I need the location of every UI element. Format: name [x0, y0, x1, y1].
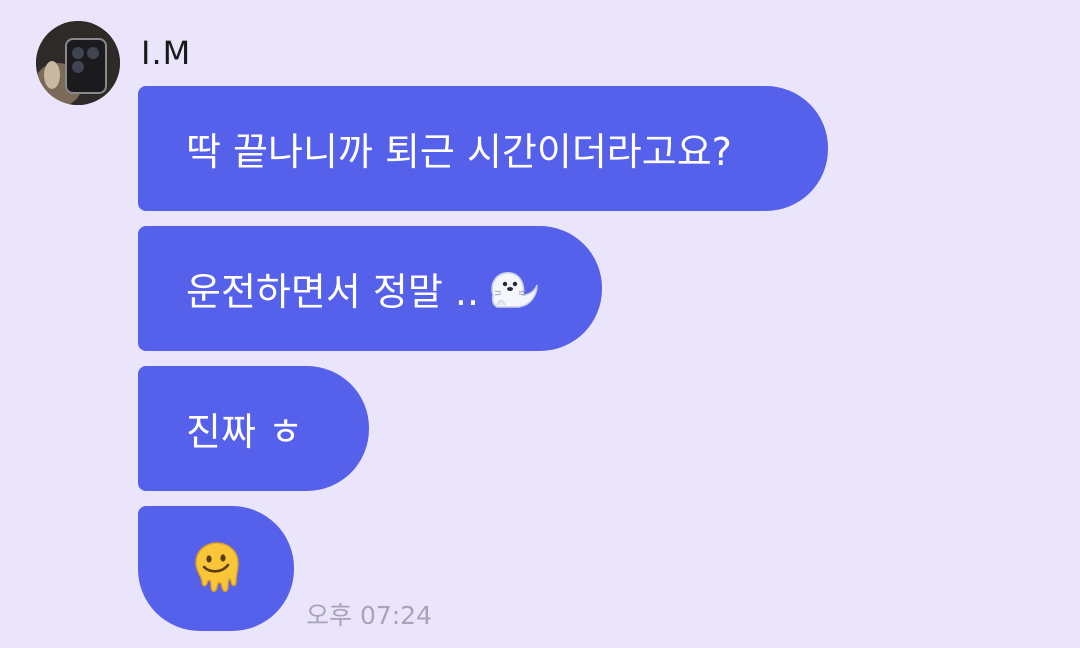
message-bubble[interactable]: 운전하면서 정말 ..	[138, 226, 602, 351]
message-bubble[interactable]: 진짜 ㅎ	[138, 366, 369, 491]
sender-name: I.M	[141, 34, 192, 72]
message-bubble[interactable]	[138, 506, 294, 631]
message-text: 운전하면서 정말 ..	[186, 270, 480, 314]
message-bubble[interactable]: 딱 끝나니까 퇴근 시간이더라고요?	[138, 86, 828, 211]
sender-avatar[interactable]	[36, 21, 120, 105]
chat-view: I.M 딱 끝나니까 퇴근 시간이더라고요? 운전하면서 정말 .. 진짜 ㅎ	[0, 0, 1080, 648]
message-timestamp: 오후 07:24	[306, 601, 432, 630]
message-text: 진짜 ㅎ	[186, 410, 303, 454]
seal-emoji-icon	[483, 265, 539, 313]
message-text: 딱 끝나니까 퇴근 시간이더라고요?	[186, 130, 732, 174]
profile-photo-icon	[36, 21, 120, 105]
melting-face-emoji-icon	[190, 541, 242, 597]
